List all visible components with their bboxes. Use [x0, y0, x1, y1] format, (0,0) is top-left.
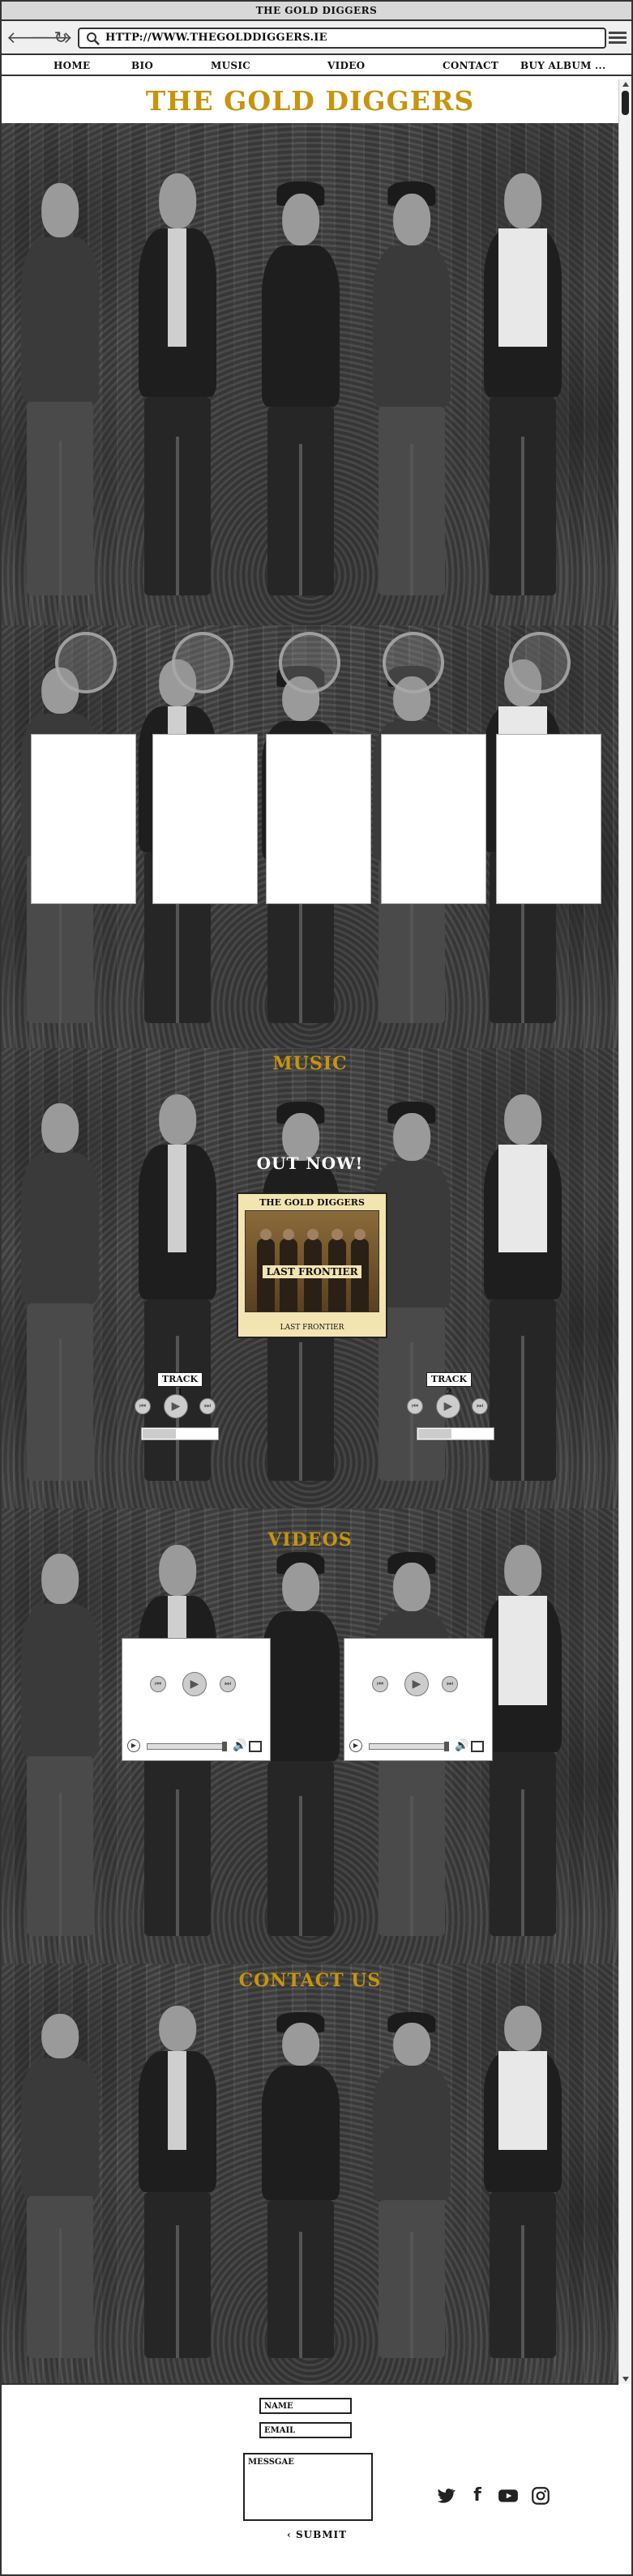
track-2-play-icon[interactable]: ▶ — [436, 1394, 460, 1418]
facebook-icon[interactable]: f — [467, 2485, 488, 2506]
scroll-thumb[interactable] — [622, 91, 629, 115]
window-title: THE GOLD DIGGERS — [2, 2, 631, 21]
track-1-next-icon[interactable]: ⏭ — [199, 1398, 216, 1414]
track-1-prev-icon[interactable]: ⏮ — [135, 1398, 151, 1414]
video-1-next-icon[interactable]: ⏭ — [220, 1676, 236, 1692]
track-2-next-icon[interactable]: ⏭ — [472, 1398, 488, 1414]
video-2-fullscreen-icon[interactable] — [471, 1741, 484, 1752]
video-1-play-icon[interactable]: ▶ — [182, 1672, 207, 1696]
bio-card-5 — [496, 734, 601, 904]
video-2-small-play-icon[interactable]: ▶ — [349, 1739, 362, 1752]
nav-bio[interactable]: BIO — [131, 60, 153, 71]
video-1-prev-icon[interactable]: ⏮ — [150, 1676, 166, 1692]
forward-arrow-icon[interactable]: 🡒 — [29, 28, 73, 46]
video-2-play-icon[interactable]: ▶ — [404, 1672, 429, 1696]
scroll-down-icon[interactable] — [622, 2377, 629, 2382]
track-1-label: TRACK 1 — [157, 1372, 203, 1397]
track-2-prev-icon[interactable]: ⏮ — [407, 1398, 423, 1414]
track-2-progress[interactable] — [417, 1427, 494, 1440]
music-section: MUSIC OUT NOW! THE GOLD DIGGERS LAST FRO… — [2, 1048, 618, 1508]
site-navigation: HOME BIO MUSIC VIDEO CONTACT BUY ALBUM .… — [2, 55, 631, 76]
email-field[interactable]: EMAIL — [259, 2422, 352, 2438]
video-2-controls: ▶ 🔊 — [349, 1738, 487, 1755]
contact-section: CONTACT US — [2, 1964, 618, 2383]
submit-chevron-icon: ‹ — [287, 2529, 292, 2540]
nav-more[interactable]: ... — [595, 60, 605, 71]
videos-section: VIDEOS ⏮ ▶ ⏭ ▶ 🔊 ⏮ ▶ ⏭ ▶ 🔊 — [2, 1508, 618, 1964]
video-player-1[interactable]: ⏮ ▶ ⏭ ▶ 🔊 — [122, 1638, 271, 1761]
video-2-volume-icon[interactable]: 🔊 — [455, 1739, 468, 1752]
search-icon — [87, 32, 100, 45]
album-cover[interactable]: THE GOLD DIGGERS LAST FRONTIER LAST FRON… — [237, 1192, 387, 1338]
url-text: HTTP://WWW.THEGOLDDIGGERS.IE — [105, 32, 327, 44]
album-title: LAST FRONTIER — [263, 1265, 361, 1278]
bio-card-1 — [31, 734, 136, 904]
nav-contact[interactable]: CONTACT — [443, 60, 498, 71]
instagram-icon[interactable] — [530, 2485, 551, 2506]
site-logo[interactable]: THE GOLD DIGGERS — [2, 79, 618, 123]
video-1-fullscreen-icon[interactable] — [249, 1741, 262, 1752]
album-subtitle: LAST FRONTIER — [280, 1324, 344, 1332]
hamburger-menu-icon[interactable] — [609, 29, 627, 45]
out-now-heading: OUT NOW! — [256, 1154, 364, 1173]
nav-home[interactable]: HOME — [53, 60, 90, 71]
name-field[interactable]: NAME — [259, 2398, 352, 2414]
submit-button[interactable]: ‹ SUBMIT — [287, 2529, 347, 2540]
browser-window: THE GOLD DIGGERS 🡐 🡒 ↻ HTTP://WWW.THEGOL… — [0, 0, 633, 2576]
submit-label: SUBMIT — [296, 2529, 348, 2540]
album-photo — [245, 1210, 379, 1312]
nav-video[interactable]: VIDEO — [327, 60, 365, 71]
bio-card-2 — [152, 734, 258, 904]
album-band-name: THE GOLD DIGGERS — [259, 1197, 365, 1208]
twitter-icon[interactable] — [434, 2485, 456, 2506]
videos-title: VIDEOS — [267, 1529, 353, 1550]
video-2-prev-icon[interactable]: ⏮ — [372, 1676, 388, 1692]
bio-portrait-4[interactable] — [383, 632, 444, 693]
page-content: THE GOLD DIGGERS MUSIC OUT NOW! THE GOLD… — [2, 79, 618, 2574]
track-1-progress[interactable] — [141, 1427, 219, 1440]
browser-toolbar: 🡐 🡒 ↻ HTTP://WWW.THEGOLDDIGGERS.IE — [2, 21, 631, 55]
music-title: MUSIC — [272, 1053, 348, 1074]
video-1-scrubber[interactable] — [147, 1742, 227, 1751]
message-field[interactable]: MESSGAE — [243, 2453, 373, 2521]
hero-band-photo — [2, 123, 618, 625]
contact-form-area: NAME EMAIL MESSGAE ‹ SUBMIT f — [2, 2383, 618, 2574]
reload-icon[interactable]: ↻ — [52, 28, 70, 46]
video-1-volume-icon[interactable]: 🔊 — [233, 1739, 246, 1752]
video-1-controls: ▶ 🔊 — [127, 1738, 265, 1755]
address-bar[interactable]: HTTP://WWW.THEGOLDDIGGERS.IE — [78, 28, 606, 49]
page-scrollbar[interactable] — [618, 79, 631, 2384]
video-2-scrubber[interactable] — [369, 1742, 449, 1751]
video-2-next-icon[interactable]: ⏭ — [442, 1676, 458, 1692]
scroll-up-icon[interactable] — [622, 82, 629, 87]
nav-buy-album[interactable]: BUY ALBUM — [520, 60, 592, 71]
bio-card-3 — [266, 734, 371, 904]
bio-portrait-1[interactable] — [55, 632, 117, 693]
bio-portrait-2[interactable] — [172, 632, 233, 693]
bio-portrait-5[interactable] — [509, 632, 571, 693]
nav-music[interactable]: MUSIC — [211, 60, 250, 71]
bio-card-4 — [381, 734, 486, 904]
track-2-label: TRACK 2 — [426, 1372, 472, 1397]
video-player-2[interactable]: ⏮ ▶ ⏭ ▶ 🔊 — [344, 1638, 493, 1761]
bio-portrait-3[interactable] — [279, 632, 340, 693]
track-1-play-icon[interactable]: ▶ — [164, 1394, 188, 1418]
bio-section — [2, 625, 618, 1048]
contact-title: CONTACT US — [238, 1970, 382, 1991]
youtube-icon[interactable] — [498, 2485, 519, 2506]
video-1-small-play-icon[interactable]: ▶ — [127, 1739, 140, 1752]
back-arrow-icon[interactable]: 🡐 — [6, 28, 50, 46]
